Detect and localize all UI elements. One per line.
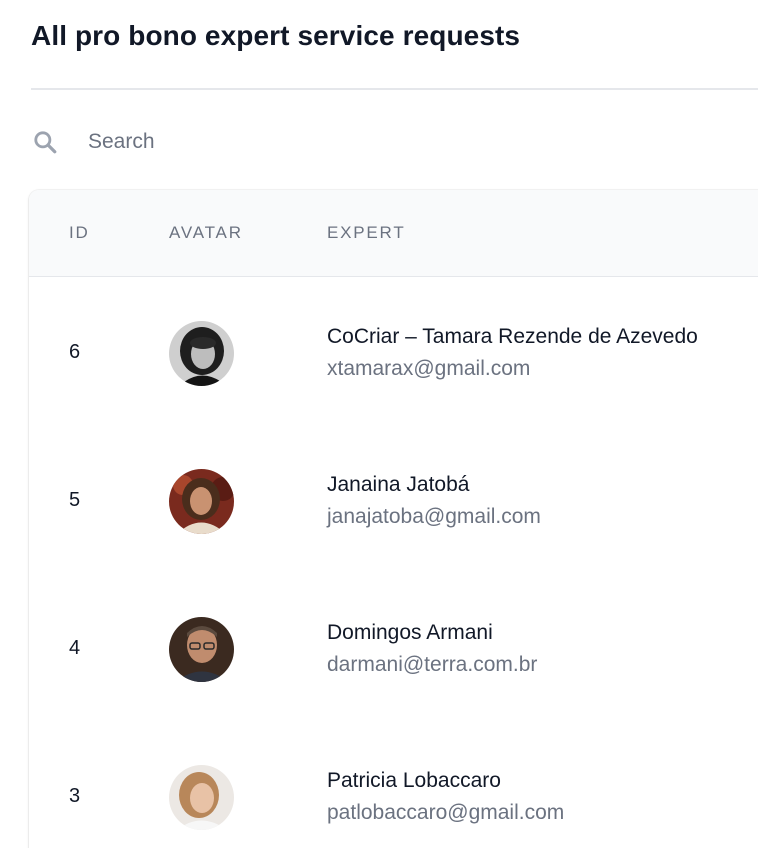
title-divider [31, 88, 758, 90]
search-input[interactable] [88, 122, 688, 162]
expert-email: patlobaccaro@gmail.com [327, 801, 565, 824]
expert-info: CoCriar – Tamara Rezende de Azevedo xtam… [327, 324, 698, 382]
table-row[interactable]: 5 Janaina Jatobá janajatoba@gmail.com [29, 425, 758, 573]
avatar [169, 617, 234, 682]
expert-name: CoCriar – Tamara Rezende de Azevedo [327, 325, 698, 348]
page-title: All pro bono expert service requests [31, 20, 521, 51]
table-header: ID AVATAR EXPERT [29, 190, 758, 277]
expert-email: xtamarax@gmail.com [327, 357, 531, 380]
avatar [169, 321, 234, 386]
avatar [169, 469, 234, 534]
search-icon [31, 128, 59, 156]
page: All pro bono expert service requests ID … [0, 0, 758, 848]
expert-info: Patricia Lobaccaro patlobaccaro@gmail.co… [327, 768, 564, 826]
search-bar [31, 118, 758, 166]
expert-email: darmani@terra.com.br [327, 653, 538, 676]
column-header-id[interactable]: ID [69, 223, 90, 243]
expert-name: Patricia Lobaccaro [327, 769, 501, 792]
avatar [169, 765, 234, 830]
requests-table: ID AVATAR EXPERT 6 CoCriar – Tamara Reze… [29, 190, 758, 848]
row-id: 4 [69, 637, 81, 659]
expert-info: Janaina Jatobá janajatoba@gmail.com [327, 472, 541, 530]
expert-name: Janaina Jatobá [327, 473, 470, 496]
row-id: 5 [69, 489, 81, 511]
expert-info: Domingos Armani darmani@terra.com.br [327, 620, 537, 678]
table-row[interactable]: 3 Patricia Lobaccaro patlobaccaro@gmail.… [29, 721, 758, 848]
column-header-avatar[interactable]: AVATAR [169, 223, 243, 243]
table-row[interactable]: 6 CoCriar – Tamara Rezende de Azevedo xt… [29, 277, 758, 425]
column-header-expert[interactable]: EXPERT [327, 223, 406, 243]
table-row[interactable]: 4 Domingos Armani darmani@terra.com.br [29, 573, 758, 721]
row-id: 6 [69, 341, 81, 363]
row-id: 3 [69, 785, 81, 807]
expert-name: Domingos Armani [327, 621, 493, 644]
expert-email: janajatoba@gmail.com [327, 505, 541, 528]
